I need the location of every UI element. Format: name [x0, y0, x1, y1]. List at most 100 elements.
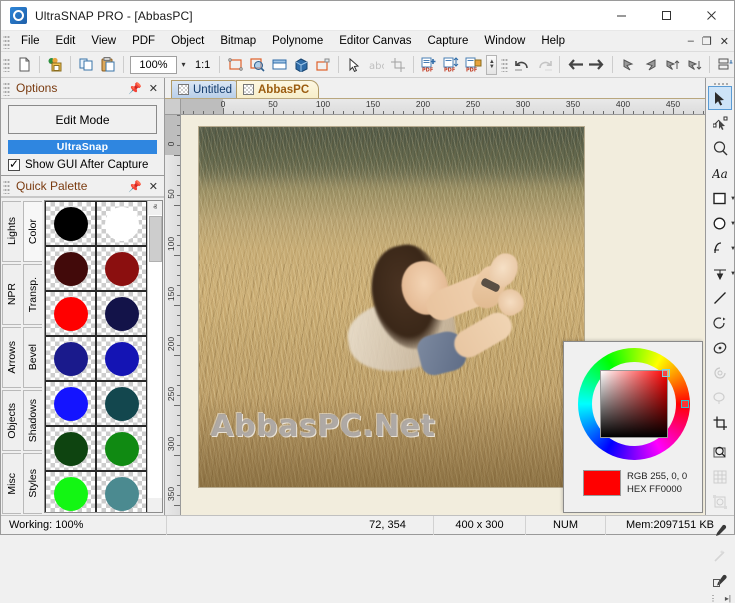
flip-right-icon[interactable]: [639, 54, 661, 75]
ruler-corner[interactable]: [165, 99, 181, 115]
scrollbar-thumb[interactable]: [149, 216, 162, 262]
menu-window[interactable]: Window: [476, 33, 533, 49]
capture-object-icon[interactable]: [290, 54, 312, 75]
color-swatch[interactable]: [45, 381, 96, 426]
tab-misc[interactable]: Misc: [2, 453, 21, 514]
pointer-tool[interactable]: [708, 86, 732, 110]
hue-marker[interactable]: [681, 400, 689, 408]
capture-region-icon[interactable]: [224, 54, 246, 75]
add-color-picker-tool[interactable]: [708, 569, 732, 593]
mdi-restore-button[interactable]: ❐: [701, 35, 713, 48]
color-swatch[interactable]: [45, 336, 96, 381]
menu-bitmap[interactable]: Bitmap: [212, 33, 264, 49]
vertical-ruler[interactable]: -50050100150200250300350: [165, 115, 181, 515]
canvas-photo[interactable]: AbbasPC.Net: [199, 127, 584, 487]
menu-view[interactable]: View: [83, 33, 124, 49]
color-swatch[interactable]: [45, 426, 96, 471]
redo-icon[interactable]: [533, 54, 555, 75]
magic-wand-tool[interactable]: [708, 544, 732, 568]
minimize-button[interactable]: [599, 1, 644, 31]
tab-transparency[interactable]: Transp.: [23, 264, 42, 325]
curve-tool[interactable]: ▼: [708, 236, 732, 260]
close-icon[interactable]: ✕: [149, 180, 158, 193]
tab-bevel[interactable]: Bevel: [23, 327, 42, 388]
ellipse-tool[interactable]: ▼: [708, 211, 732, 235]
options-panel-grip[interactable]: [3, 81, 10, 96]
magnifier-select-tool[interactable]: [708, 440, 732, 464]
color-swatch[interactable]: [45, 471, 96, 512]
saturation-value-square[interactable]: [600, 370, 668, 438]
tab-color[interactable]: Color: [23, 201, 42, 262]
eyedropper-tool[interactable]: [708, 519, 732, 543]
lasso-tool[interactable]: [708, 386, 732, 410]
new-document-icon[interactable]: [13, 54, 35, 75]
saturation-value-marker[interactable]: [662, 369, 670, 377]
align-left-icon[interactable]: [714, 54, 734, 75]
crop-icon[interactable]: [387, 54, 409, 75]
color-swatch[interactable]: [96, 426, 147, 471]
chevron-down-icon[interactable]: ▼: [730, 196, 735, 202]
menu-edit[interactable]: Edit: [48, 33, 84, 49]
color-swatch[interactable]: [96, 291, 147, 336]
rotate-left-icon[interactable]: [564, 54, 586, 75]
tab-lights[interactable]: Lights: [2, 201, 21, 262]
scroll-up-icon[interactable]: ⱏ: [148, 201, 163, 215]
pdf-add-icon[interactable]: PDF: [418, 54, 440, 75]
tab-objects[interactable]: Objects: [2, 390, 21, 451]
drawing-canvas[interactable]: AbbasPC.Net RGB 255, 0, 0 HEX FF0000: [181, 115, 705, 515]
grid-tool[interactable]: [708, 465, 732, 489]
zoom-level-combo[interactable]: 100%: [130, 56, 177, 74]
menu-editor-canvas[interactable]: Editor Canvas: [331, 33, 419, 49]
tab-arrows[interactable]: Arrows: [2, 327, 21, 388]
edit-mode-button[interactable]: Edit Mode: [8, 105, 157, 134]
tab-shadows[interactable]: Shadows: [23, 390, 42, 451]
pen-tool[interactable]: ▼: [708, 261, 732, 285]
rectangle-tool[interactable]: ▼: [708, 186, 732, 210]
toolbar-overflow-button-1[interactable]: ▲ ▼: [486, 55, 497, 75]
text-icon[interactable]: abc: [365, 54, 387, 75]
node-edit-tool[interactable]: [708, 111, 732, 135]
chevron-down-icon[interactable]: ▼: [730, 221, 735, 227]
arc-tool[interactable]: [708, 311, 732, 335]
text-tool[interactable]: Aa: [708, 161, 732, 185]
polygon-tool[interactable]: [708, 336, 732, 360]
menu-object[interactable]: Object: [163, 33, 212, 49]
chevron-down-icon[interactable]: ▾: [177, 56, 190, 74]
toolbar-drag-grip-2[interactable]: [501, 57, 508, 72]
tab-npr[interactable]: NPR: [2, 264, 21, 325]
chevron-down-icon[interactable]: ▼: [730, 246, 735, 252]
color-picker-popup[interactable]: RGB 255, 0, 0 HEX FF0000: [563, 341, 703, 513]
color-swatch[interactable]: [96, 381, 147, 426]
quick-palette-grip[interactable]: [3, 179, 10, 194]
zoom-ratio-label[interactable]: 1:1: [190, 59, 215, 71]
color-swatch[interactable]: [45, 246, 96, 291]
crop-tool[interactable]: [708, 411, 732, 435]
close-icon[interactable]: ✕: [149, 82, 158, 95]
flip-down-icon[interactable]: [683, 54, 705, 75]
menu-pdf[interactable]: PDF: [124, 33, 163, 49]
document-tab-abbaspc[interactable]: AbbasPC: [236, 80, 319, 98]
line-tool[interactable]: [708, 286, 732, 310]
save-capture-icon[interactable]: [44, 54, 66, 75]
rotate-right-icon[interactable]: [586, 54, 608, 75]
menu-capture[interactable]: Capture: [420, 33, 477, 49]
menu-file[interactable]: File: [13, 33, 48, 49]
close-button[interactable]: [689, 1, 734, 31]
maximize-button[interactable]: [644, 1, 689, 31]
swatch-scrollbar[interactable]: ⱏ ⱟ: [147, 201, 162, 512]
color-swatch[interactable]: [96, 246, 147, 291]
flip-left-icon[interactable]: [617, 54, 639, 75]
horizontal-ruler[interactable]: -50050100150200250300350400450: [181, 99, 705, 115]
scroll-down-icon[interactable]: ⱟ: [148, 498, 163, 512]
pin-icon[interactable]: 📌: [128, 82, 142, 95]
color-swatch[interactable]: [45, 291, 96, 336]
tab-styles[interactable]: Styles: [23, 453, 42, 514]
show-gui-after-capture-checkbox[interactable]: [8, 159, 20, 171]
menu-drag-grip[interactable]: [3, 34, 10, 49]
paste-icon[interactable]: [97, 54, 119, 75]
pdf-page-icon[interactable]: PDF: [440, 54, 462, 75]
toolbox-options-icon[interactable]: ⋮: [709, 594, 717, 603]
menu-help[interactable]: Help: [533, 33, 573, 49]
color-swatch[interactable]: [96, 201, 147, 246]
transform-tool[interactable]: [708, 490, 732, 514]
